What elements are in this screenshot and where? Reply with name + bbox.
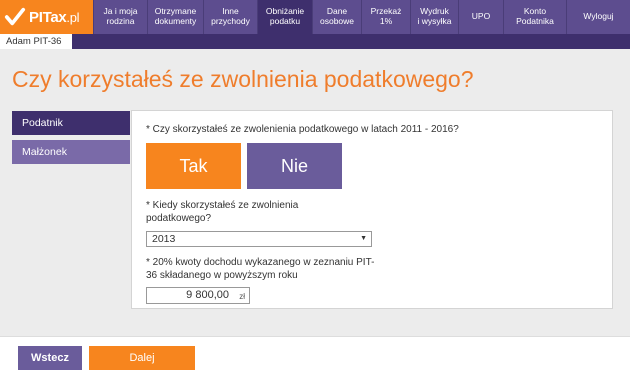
currency-unit: zł	[239, 292, 245, 301]
nav-item-upo[interactable]: UPO	[458, 0, 503, 34]
nav-item-personal-data[interactable]: Dane osobowe	[312, 0, 361, 34]
amount-input[interactable]: 9 800,00 zł	[146, 287, 250, 304]
user-strip: Adam PIT-36	[0, 34, 630, 49]
nav-item-family[interactable]: Ja i moja rodzina	[93, 0, 147, 34]
nav-item-tax-reduction[interactable]: Obniżanie podatku	[257, 0, 312, 34]
top-navigation-bar: PITax.pl Ja i moja rodzina Otrzymane dokum…	[0, 0, 630, 34]
user-tab[interactable]: Adam PIT-36	[0, 34, 72, 49]
year-select[interactable]: 2013 ▼	[146, 231, 372, 247]
nav-item-print-send[interactable]: Wydruk i wysyłka	[410, 0, 458, 34]
yes-button[interactable]: Tak	[146, 143, 241, 189]
no-button[interactable]: Nie	[247, 143, 342, 189]
amount-value: 9 800,00	[186, 289, 229, 301]
checkmark-logo-icon	[4, 7, 26, 26]
main-nav: Ja i moja rodzina Otrzymane dokumenty Inne…	[93, 0, 630, 34]
question-exemption-year: * Kiedy skorzystałeś ze zwolnienia podat…	[146, 200, 299, 224]
sidebar-item-spouse[interactable]: Małżonek	[12, 140, 130, 164]
back-button[interactable]: Wstecz	[18, 346, 82, 370]
question-exemption-used: * Czy skorzystałeś ze zwolenienia podatk…	[146, 124, 459, 135]
nav-item-one-percent[interactable]: Przekaż 1%	[361, 0, 410, 34]
logo[interactable]: PITax.pl	[0, 0, 93, 34]
next-button[interactable]: Dalej	[89, 346, 195, 370]
question-income-amount: * 20% kwoty dochodu wykazanego w zeznani…	[146, 257, 375, 281]
nav-item-logout[interactable]: Wyloguj	[566, 0, 630, 34]
page-title: Czy korzystałeś ze zwolnienia podatkoweg…	[12, 66, 474, 92]
nav-item-account[interactable]: Konto Podatnika	[503, 0, 566, 34]
dropdown-arrow-icon: ▼	[360, 235, 367, 242]
sidebar-item-taxpayer[interactable]: Podatnik	[12, 111, 130, 135]
nav-item-documents[interactable]: Otrzymane dokumenty	[147, 0, 203, 34]
logo-text: PITax.pl	[29, 8, 80, 26]
year-select-value: 2013	[152, 233, 176, 245]
nav-item-other-income[interactable]: Inne przychody	[203, 0, 257, 34]
